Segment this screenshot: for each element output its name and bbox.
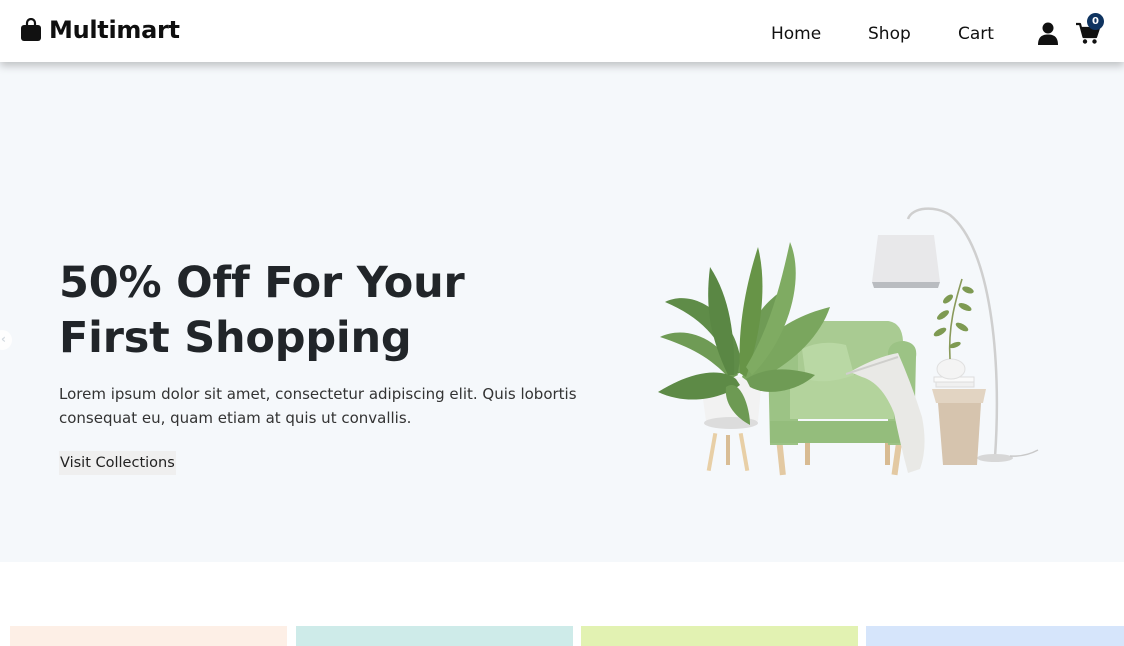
- category-card[interactable]: [581, 626, 858, 646]
- category-card[interactable]: [866, 626, 1124, 646]
- navbar: Multimart Home Shop Cart 0: [0, 0, 1124, 62]
- nav-cart[interactable]: Cart: [958, 24, 994, 44]
- cart-count-badge: 0: [1087, 13, 1104, 30]
- hero-slider: ‹ 50% Off For Your First Shopping Lorem …: [0, 62, 1124, 562]
- hero-product-image: [658, 207, 1039, 476]
- hero-description: Lorem ipsum dolor sit amet, consectetur …: [59, 385, 577, 427]
- brand-logo[interactable]: Multimart: [20, 16, 180, 44]
- brand-name: Multimart: [49, 16, 180, 44]
- shopping-bag-icon: [21, 18, 41, 41]
- visit-collections-button[interactable]: Visit Collections: [59, 451, 176, 475]
- user-icon[interactable]: [1037, 21, 1059, 45]
- slider-prev-button[interactable]: ‹: [0, 330, 12, 350]
- category-cards: [0, 562, 1124, 646]
- category-card[interactable]: [296, 626, 573, 646]
- nav-home[interactable]: Home: [771, 24, 821, 44]
- category-card[interactable]: [10, 626, 287, 646]
- chevron-left-icon: ‹: [1, 332, 6, 346]
- hero-title: 50% Off For Your First Shopping: [59, 258, 465, 363]
- nav-shop[interactable]: Shop: [868, 24, 911, 44]
